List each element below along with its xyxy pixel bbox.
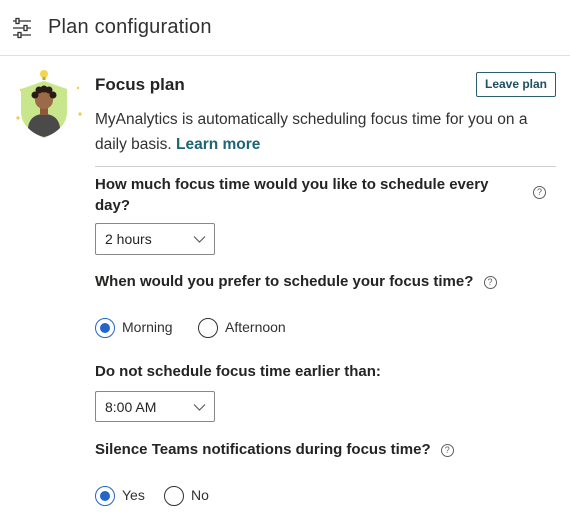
page-title: Plan configuration — [48, 16, 212, 38]
radio-afternoon-circle[interactable] — [198, 318, 218, 338]
daily-time-value: 2 hours — [105, 231, 152, 247]
earliest-question: Do not schedule focus time earlier than: — [95, 361, 381, 382]
earliest-time-value: 8:00 AM — [105, 399, 157, 415]
leave-plan-button[interactable]: Leave plan — [476, 72, 556, 97]
divider — [95, 166, 556, 167]
preference-question-label: When would you prefer to schedule your f… — [95, 273, 474, 290]
earliest-time-dropdown[interactable]: 8:00 AM — [95, 391, 215, 422]
help-icon[interactable]: ? — [483, 276, 497, 289]
chevron-down-icon — [193, 404, 206, 411]
radio-morning-label: Morning — [122, 319, 173, 335]
earliest-question-label: Do not schedule focus time earlier than: — [95, 363, 381, 380]
chevron-down-icon — [193, 236, 206, 243]
silence-question-label: Silence Teams notifications during focus… — [95, 441, 431, 458]
help-icon[interactable]: ? — [533, 186, 546, 199]
preference-question: When would you prefer to schedule your f… — [95, 271, 497, 292]
radio-no-label: No — [191, 487, 209, 503]
plan-title: Focus plan — [95, 75, 185, 94]
help-icon[interactable]: ? — [440, 444, 454, 457]
header: Plan configuration — [0, 0, 570, 56]
settings-sliders-icon[interactable] — [11, 17, 33, 39]
radio-no-circle[interactable] — [164, 486, 184, 506]
radio-yes-label: Yes — [122, 487, 145, 503]
daily-time-question-label: How much focus time would you like to sc… — [95, 176, 489, 214]
daily-time-question: How much focus time would you like to sc… — [95, 174, 515, 216]
daily-time-dropdown[interactable]: 2 hours — [95, 223, 215, 255]
learn-more-link[interactable]: Learn more — [176, 136, 260, 153]
radio-yes-circle[interactable] — [95, 486, 115, 506]
radio-morning-circle[interactable] — [95, 318, 115, 338]
focus-plan-illustration — [12, 68, 88, 144]
silence-question: Silence Teams notifications during focus… — [95, 439, 454, 460]
plan-description: MyAnalytics is automatically scheduling … — [95, 107, 555, 157]
plan-description-text: MyAnalytics is automatically scheduling … — [95, 111, 528, 153]
focus-person-shield-icon — [16, 70, 82, 138]
radio-afternoon-label: Afternoon — [225, 319, 286, 335]
